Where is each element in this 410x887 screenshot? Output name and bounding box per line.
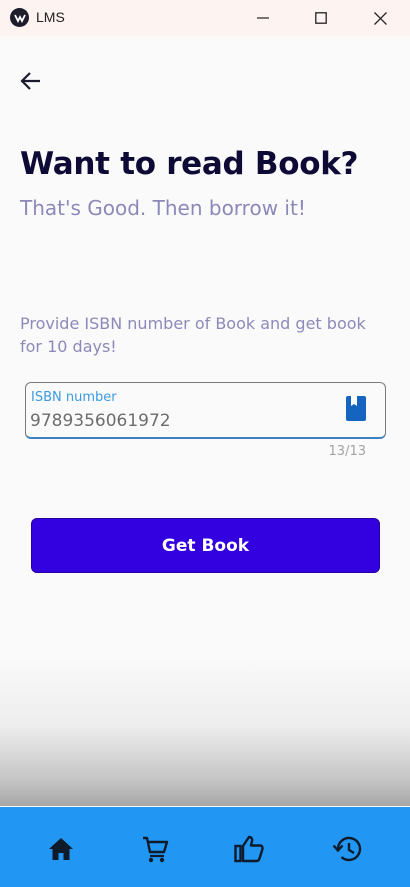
maximize-icon: [315, 12, 327, 24]
get-book-button[interactable]: Get Book: [31, 518, 380, 573]
history-icon: [332, 836, 362, 862]
instructions-text: Provide ISBN number of Book and get book…: [20, 314, 366, 356]
isbn-field[interactable]: ISBN number: [25, 382, 386, 439]
window-title: LMS: [36, 9, 65, 25]
isbn-input[interactable]: [30, 411, 330, 431]
minimize-button[interactable]: [234, 0, 292, 36]
close-icon: [373, 11, 387, 25]
nav-cart[interactable]: [135, 829, 175, 869]
nav-home[interactable]: [41, 829, 81, 869]
minimize-icon: [257, 17, 269, 19]
arrow-left-icon: [20, 72, 40, 90]
page-subtitle: That's Good. Then borrow it!: [20, 196, 306, 220]
main-content: Want to read Book? That's Good. Then bor…: [0, 36, 410, 806]
app-logo-icon: [10, 8, 29, 27]
maximize-button[interactable]: [292, 0, 350, 36]
book-icon: [344, 395, 368, 421]
get-book-button-label: Get Book: [161, 535, 250, 556]
isbn-character-counter: 13/13: [328, 444, 366, 459]
window-titlebar: LMS: [0, 0, 410, 36]
home-icon: [49, 838, 73, 860]
thumbs-up-icon: [234, 835, 264, 863]
isbn-field-label: ISBN number: [31, 390, 117, 405]
back-button[interactable]: [14, 64, 48, 98]
close-button[interactable]: [351, 0, 409, 36]
cart-icon: [143, 836, 169, 863]
bottom-navigation: [0, 807, 410, 887]
page-title: Want to read Book?: [20, 146, 359, 182]
nav-liked[interactable]: [229, 829, 269, 869]
nav-history[interactable]: [327, 829, 367, 869]
